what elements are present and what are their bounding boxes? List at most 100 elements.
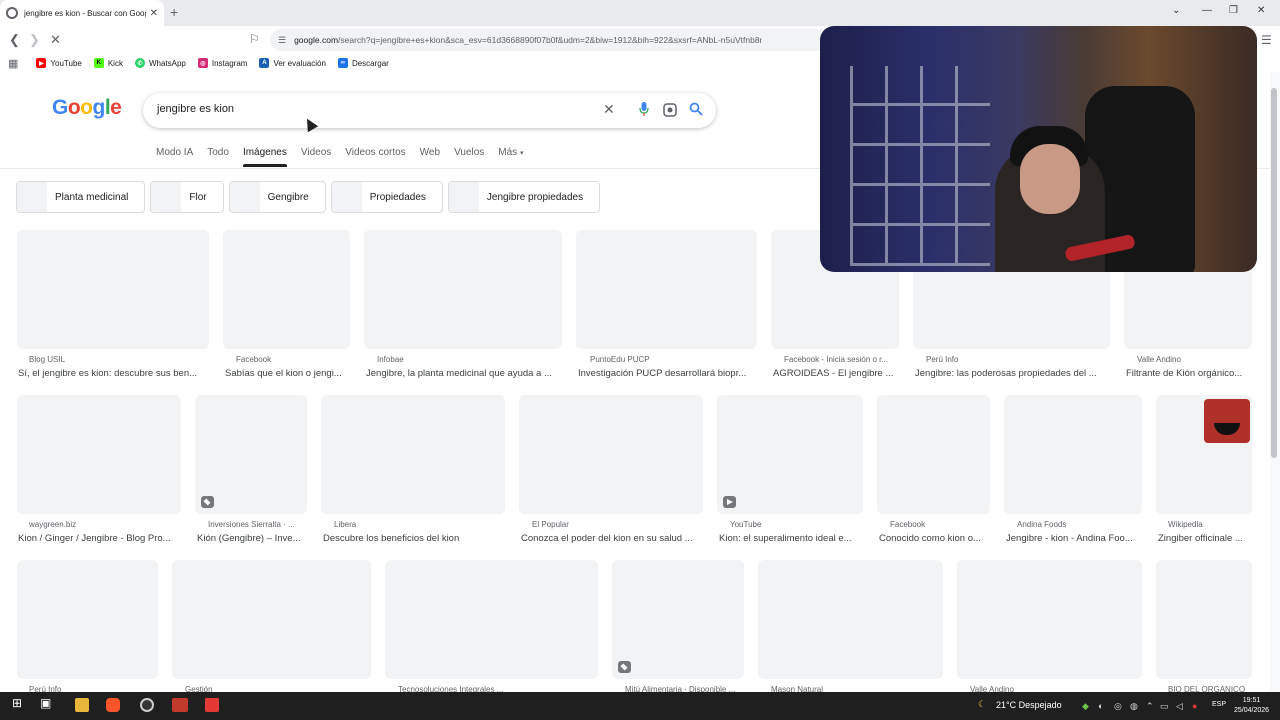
- bookmark-icon[interactable]: ⚐: [249, 32, 260, 46]
- result-source[interactable]: Libera: [334, 520, 494, 529]
- restore-icon[interactable]: ❐: [1229, 5, 1238, 16]
- result-title[interactable]: Kion / Ginger / Jengibre - Blog Pro...: [18, 533, 180, 544]
- result-image[interactable]: [758, 560, 943, 679]
- result-image[interactable]: [223, 230, 350, 349]
- tab-todo[interactable]: Todo: [207, 147, 229, 167]
- obs-icon[interactable]: [140, 698, 154, 712]
- weather-text[interactable]: 21°C Despejado: [996, 700, 1062, 710]
- stop-loading-icon[interactable]: ✕: [50, 32, 61, 48]
- result-image[interactable]: [957, 560, 1142, 679]
- lens-icon[interactable]: [663, 103, 677, 117]
- result-image[interactable]: [385, 560, 598, 679]
- chip-gengibre[interactable]: Gengibre: [228, 181, 326, 213]
- scrollbar-thumb[interactable]: [1271, 88, 1277, 458]
- result-title[interactable]: Kión (Gengibre) – Inve...: [197, 533, 307, 544]
- result-title[interactable]: Jengibre: las poderosas propiedades del …: [915, 368, 1110, 379]
- google-logo[interactable]: Google: [52, 96, 122, 120]
- volume-icon[interactable]: ◁: [1176, 701, 1183, 712]
- result-title[interactable]: Descubre los beneficios del kion: [323, 533, 505, 544]
- tray-icon[interactable]: ◎: [1114, 701, 1122, 712]
- site-info-icon[interactable]: ☰: [278, 35, 286, 46]
- result-image[interactable]: [172, 560, 371, 679]
- bookmark-instagram[interactable]: ◎ Instagram: [197, 58, 247, 68]
- url-text[interactable]: google.com/search?q=jengibre+es+kion&sca…: [294, 35, 762, 45]
- tab-web[interactable]: Web: [420, 147, 440, 167]
- result-title[interactable]: Jengibre, la planta medicinal que ayuda …: [366, 368, 562, 379]
- result-image[interactable]: [364, 230, 562, 349]
- bookmark-youtube[interactable]: ▶ YouTube: [36, 58, 82, 68]
- nvidia-tray-icon[interactable]: ◆: [1082, 701, 1089, 712]
- result-title[interactable]: Investigación PUCP desarrollará biopr...: [578, 368, 756, 379]
- result-source[interactable]: PuntoEdu PUCP: [590, 355, 750, 364]
- tab-imagenes[interactable]: Imágenes: [242, 147, 287, 167]
- tray-app-icon[interactable]: ●: [1192, 701, 1197, 711]
- search-icon[interactable]: [689, 102, 703, 116]
- result-title[interactable]: Sí, el jengibre es kion: descubre sus be…: [18, 368, 208, 379]
- network-icon[interactable]: ▭: [1160, 701, 1169, 712]
- result-image[interactable]: [17, 560, 158, 679]
- result-source[interactable]: Facebook: [890, 520, 990, 529]
- result-source[interactable]: YouTube: [730, 520, 860, 529]
- tab-mas[interactable]: Más ▾: [498, 147, 523, 167]
- browser-menu-icon[interactable]: ☰: [1261, 33, 1272, 47]
- address-bar[interactable]: ☰ google.com/search?q=jengibre+es+kion&s…: [270, 29, 830, 51]
- tab-vuelos[interactable]: Vuelos: [454, 147, 484, 167]
- windows-start-icon[interactable]: ⊞: [12, 696, 26, 710]
- result-source[interactable]: El Popular: [532, 520, 692, 529]
- result-image[interactable]: [1156, 560, 1252, 679]
- tab-search-icon[interactable]: ⌄: [1172, 5, 1180, 16]
- result-image[interactable]: [17, 230, 209, 349]
- browser-tab[interactable]: jengibre es kion - Buscar con Google ✕: [0, 0, 164, 26]
- brave-browser-icon[interactable]: [106, 698, 120, 712]
- bookmark-ver-evaluacion[interactable]: A Ver evaluación: [259, 58, 326, 68]
- result-image[interactable]: [17, 395, 181, 514]
- result-source[interactable]: Andina Foods: [1017, 520, 1139, 529]
- chip-flor[interactable]: Flor: [150, 181, 224, 213]
- apps-grid-icon[interactable]: ▦: [8, 57, 18, 70]
- back-arrow-icon[interactable]: ❮: [9, 32, 20, 48]
- tab-videos-cortos[interactable]: Videos cortos: [345, 147, 405, 167]
- result-source[interactable]: Valle Andino: [1137, 355, 1252, 364]
- up-arrow-tray-icon[interactable]: ⌃: [1146, 701, 1154, 712]
- file-explorer-icon[interactable]: [75, 698, 89, 712]
- result-image[interactable]: [321, 395, 505, 514]
- result-image[interactable]: [612, 560, 744, 679]
- result-title[interactable]: Kion: el superalimento ideal e...: [719, 533, 863, 544]
- result-image[interactable]: [877, 395, 990, 514]
- microphone-icon[interactable]: [639, 102, 649, 116]
- bookmark-kick[interactable]: K Kick: [93, 58, 123, 68]
- chip-jengibre-propiedades[interactable]: Jengibre propiedades: [447, 181, 601, 213]
- search-input[interactable]: jengibre es kion: [157, 103, 234, 115]
- forward-arrow-icon[interactable]: ❯: [29, 32, 40, 48]
- result-source[interactable]: Perú Info: [926, 355, 1096, 364]
- result-source[interactable]: Blog USIL: [29, 355, 199, 364]
- new-tab-icon[interactable]: +: [170, 4, 178, 20]
- task-view-icon[interactable]: ▣: [40, 696, 54, 710]
- result-title[interactable]: Jengibre - kion - Andina Foo...: [1006, 533, 1142, 544]
- chip-propiedades[interactable]: Propiedades: [330, 181, 443, 213]
- streaming-app-icon[interactable]: [172, 698, 188, 712]
- minimize-icon[interactable]: —: [1202, 5, 1212, 16]
- result-source[interactable]: Wikipedia: [1168, 520, 1252, 529]
- result-title[interactable]: Filtrante de Kión orgánico...: [1126, 368, 1252, 379]
- bookmark-descargar[interactable]: ∞ Descargar: [337, 58, 389, 68]
- language-indicator[interactable]: ESP: [1212, 701, 1226, 708]
- clear-icon[interactable]: ✕: [603, 101, 615, 118]
- result-image[interactable]: [717, 395, 863, 514]
- close-window-icon[interactable]: ✕: [1257, 5, 1265, 16]
- chip-planta-medicinal[interactable]: Planta medicinal: [16, 181, 146, 213]
- result-source[interactable]: Facebook - Inicia sesión o r...: [784, 355, 896, 364]
- result-image[interactable]: [576, 230, 757, 349]
- tray-icon[interactable]: ◐: [1098, 701, 1103, 711]
- result-title[interactable]: Conozca el poder del kion en su salud ..…: [521, 533, 703, 544]
- microphone-tray-icon[interactable]: ◍: [1130, 701, 1138, 712]
- tab-modo-ia[interactable]: Modo IA: [156, 147, 193, 167]
- close-tab-icon[interactable]: ✕: [150, 8, 158, 19]
- tab-videos[interactable]: Videos: [301, 147, 331, 167]
- bookmark-whatsapp[interactable]: ✆ WhatsApp: [134, 58, 186, 68]
- result-title[interactable]: AGROIDEAS - El jengibre ...: [773, 368, 899, 379]
- result-source[interactable]: waygreen.biz: [29, 520, 179, 529]
- result-image[interactable]: [1004, 395, 1142, 514]
- result-title[interactable]: Conocido como kion o...: [879, 533, 990, 544]
- search-box[interactable]: jengibre es kion ✕: [143, 93, 716, 128]
